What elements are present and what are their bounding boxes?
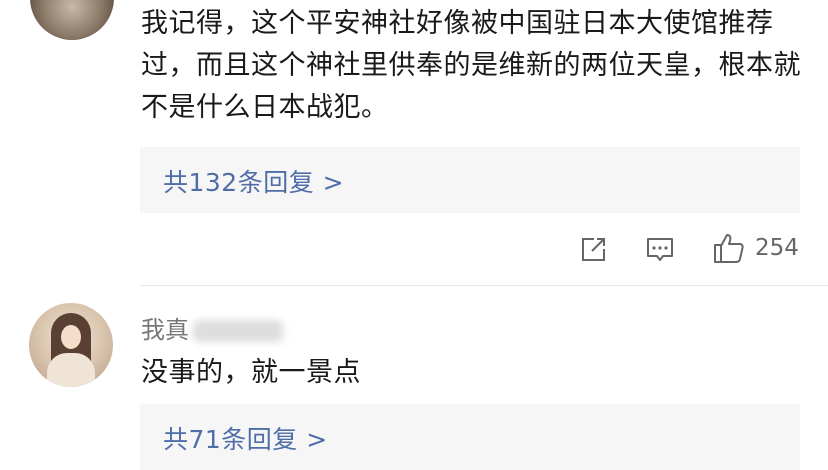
username[interactable]: 我真 xyxy=(141,310,283,345)
share-icon[interactable] xyxy=(580,236,607,263)
avatar[interactable] xyxy=(29,303,113,387)
thumbs-up-icon[interactable] xyxy=(713,232,745,264)
username-redacted xyxy=(193,320,283,342)
view-replies-link[interactable]: 共132条回复 > xyxy=(163,163,344,199)
reply-summary-box[interactable]: 共132条回复 > xyxy=(140,147,800,213)
comment-text: 我记得，这个平安神社好像被中国驻日本大使馆推荐过，而且这个神社里供奉的是维新的两… xyxy=(141,8,801,123)
reply-summary-box[interactable]: 共71条回复 > xyxy=(140,404,800,470)
comment-icon[interactable] xyxy=(646,236,674,264)
like-count: 254 xyxy=(755,235,799,261)
avatar-dress xyxy=(47,353,95,387)
comment-divider xyxy=(140,285,828,286)
comment-text: 没事的，就一景点 xyxy=(141,357,361,388)
avatar[interactable] xyxy=(30,0,114,40)
avatar-face xyxy=(61,325,81,349)
username-text: 我真 xyxy=(141,316,189,344)
view-replies-link[interactable]: 共71条回复 > xyxy=(163,420,328,456)
